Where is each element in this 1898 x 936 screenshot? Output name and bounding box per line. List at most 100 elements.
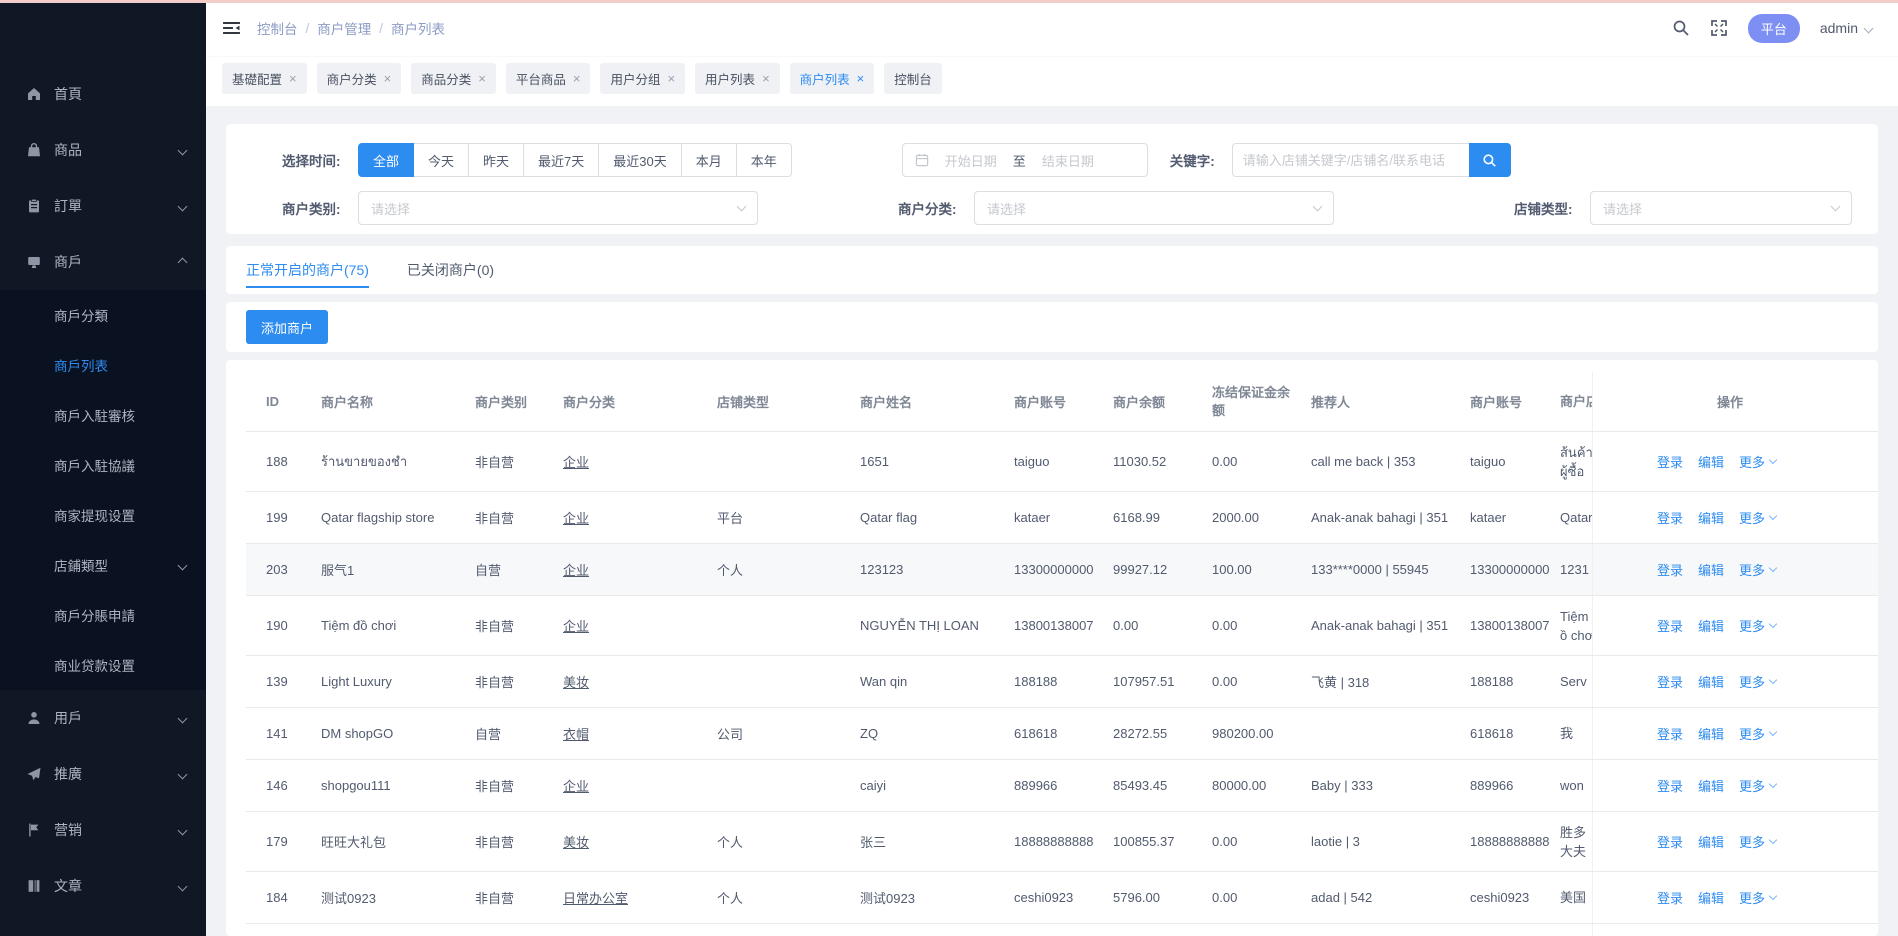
login-link[interactable]: 登录 — [1657, 560, 1683, 579]
chip-merchant-list[interactable]: 商户列表 × — [790, 63, 875, 94]
chip-label: 商品分类 — [421, 69, 471, 88]
more-link[interactable]: 更多 — [1739, 616, 1776, 635]
sidebar-item-merchant-entry-review[interactable]: 商戶入駐審核 — [0, 390, 206, 440]
chip-merchant-category[interactable]: 商户分类× — [317, 63, 402, 94]
sidebar-item-articles[interactable]: 文章 — [0, 858, 206, 914]
fullscreen-icon[interactable] — [1710, 19, 1728, 37]
keyword-search-button[interactable] — [1469, 143, 1511, 177]
collapse-menu-icon[interactable] — [222, 20, 241, 36]
sidebar-item-orders[interactable]: 訂單 — [0, 178, 206, 234]
date-range-picker[interactable]: 开始日期 至 结束日期 — [902, 143, 1148, 177]
time-today-button[interactable]: 今天 — [413, 143, 469, 177]
edit-link[interactable]: 编辑 — [1698, 452, 1724, 471]
login-link[interactable]: 登录 — [1657, 776, 1683, 795]
more-link[interactable]: 更多 — [1739, 508, 1776, 527]
login-link[interactable]: 登录 — [1657, 508, 1683, 527]
chip-label: 商户列表 — [800, 69, 850, 88]
sidebar-item-merchant[interactable]: 商戶 — [0, 234, 206, 290]
sidebar-item-home[interactable]: 首頁 — [0, 66, 206, 122]
tab-open-merchants[interactable]: 正常开启的商户(75) — [246, 246, 369, 294]
time-last7days-button[interactable]: 最近7天 — [523, 143, 599, 177]
close-icon[interactable]: × — [289, 72, 297, 85]
close-icon[interactable]: × — [762, 72, 770, 85]
keyword-input[interactable] — [1232, 143, 1469, 177]
sidebar-item-users[interactable]: 用戶 — [0, 690, 206, 746]
login-link[interactable]: 登录 — [1657, 616, 1683, 635]
more-link[interactable]: 更多 — [1739, 560, 1776, 579]
more-link[interactable]: 更多 — [1739, 452, 1776, 471]
row-actions: 登录编辑更多 — [1592, 596, 1878, 655]
time-last30days-button[interactable]: 最近30天 — [598, 143, 681, 177]
close-icon[interactable]: × — [667, 72, 675, 85]
more-link[interactable]: 更多 — [1739, 724, 1776, 743]
time-this-year-button[interactable]: 本年 — [736, 143, 792, 177]
sidebar-item-split-account-apply[interactable]: 商戶分賬申請 — [0, 590, 206, 640]
chip-user-groups[interactable]: 用户分组× — [600, 63, 685, 94]
sidebar-item-withdraw-settings[interactable]: 商家提现设置 — [0, 490, 206, 540]
login-link[interactable]: 登录 — [1657, 672, 1683, 691]
table-row: 184 测试0923 非自营 日常办公室 个人 测试0923 ceshi0923… — [246, 872, 1878, 924]
edit-link[interactable]: 编辑 — [1698, 724, 1724, 743]
cell-frozen: 0.00 — [1212, 453, 1311, 471]
edit-link[interactable]: 编辑 — [1698, 888, 1724, 907]
cell-referrer: adad | 542 — [1311, 890, 1470, 905]
add-merchant-button[interactable]: 添加商户 — [246, 310, 328, 344]
sidebar-item-shop-type[interactable]: 店鋪類型 — [0, 540, 206, 590]
merchant-class-select[interactable]: 请选择 — [974, 191, 1334, 225]
search-icon[interactable] — [1672, 19, 1690, 37]
user-menu[interactable]: admin — [1820, 20, 1872, 36]
chip-base-config[interactable]: 基礎配置× — [222, 63, 307, 94]
sidebar-item-business-loan-settings[interactable]: 商业贷款设置 — [0, 640, 206, 690]
login-link[interactable]: 登录 — [1657, 832, 1683, 851]
more-link[interactable]: 更多 — [1739, 776, 1776, 795]
time-yesterday-button[interactable]: 昨天 — [468, 143, 524, 177]
cell-referrer: Anak-anak bahagi | 351 — [1311, 618, 1470, 633]
login-link[interactable]: 登录 — [1657, 452, 1683, 471]
cell-type: 非自营 — [475, 508, 563, 527]
chip-platform-goods[interactable]: 平台商品× — [506, 63, 591, 94]
cell-balance: 100855.37 — [1113, 834, 1212, 849]
shop-type-select[interactable]: 请选择 — [1590, 191, 1852, 225]
cell-type: 非自营 — [475, 672, 563, 691]
close-icon[interactable]: × — [857, 72, 865, 85]
close-icon[interactable]: × — [478, 72, 486, 85]
merchant-type-select[interactable]: 请选择 — [358, 191, 758, 225]
cell-id: 190 — [266, 618, 321, 633]
sidebar-item-marketing[interactable]: 营销 — [0, 802, 206, 858]
cell-account: taiguo — [1014, 454, 1113, 469]
time-this-month-button[interactable]: 本月 — [681, 143, 737, 177]
edit-link[interactable]: 编辑 — [1698, 616, 1724, 635]
chip-console[interactable]: 控制台 — [884, 63, 942, 94]
sidebar-item-merchant-entry-agreement[interactable]: 商戶入駐協議 — [0, 440, 206, 490]
breadcrumb-item[interactable]: 控制台 — [257, 18, 298, 38]
edit-link[interactable]: 编辑 — [1698, 776, 1724, 795]
login-link[interactable]: 登录 — [1657, 888, 1683, 907]
edit-link[interactable]: 编辑 — [1698, 508, 1724, 527]
breadcrumb-item[interactable]: 商户管理 — [317, 18, 371, 38]
cell-balance: 11030.52 — [1113, 454, 1212, 469]
edit-link[interactable]: 编辑 — [1698, 832, 1724, 851]
table-row: 139 Light Luxury 非自营 美妆 Wan qin 188188 1… — [246, 656, 1878, 708]
more-link[interactable]: 更多 — [1739, 672, 1776, 691]
cell-type: 非自营 — [475, 832, 563, 851]
more-link[interactable]: 更多 — [1739, 832, 1776, 851]
sidebar-item-merchant-list[interactable]: 商戶列表 — [0, 340, 206, 390]
cell-account: ceshi0923 — [1014, 890, 1113, 905]
sidebar-item-goods[interactable]: 商品 — [0, 122, 206, 178]
breadcrumb-item[interactable]: 商户列表 — [391, 18, 445, 38]
close-icon[interactable]: × — [573, 72, 581, 85]
table-row: 190 Tiệm đồ chơi 非自营 企业 NGUYỄN THỊ LOAN … — [246, 596, 1878, 656]
tab-closed-merchants[interactable]: 已关闭商户(0) — [407, 246, 494, 294]
time-all-button[interactable]: 全部 — [358, 143, 414, 177]
book-icon — [26, 878, 42, 894]
close-icon[interactable]: × — [384, 72, 392, 85]
sidebar-item-merchant-category[interactable]: 商戶分類 — [0, 290, 206, 340]
login-link[interactable]: 登录 — [1657, 724, 1683, 743]
chip-user-list[interactable]: 用户列表× — [695, 63, 780, 94]
sidebar-item-promotion[interactable]: 推廣 — [0, 746, 206, 802]
edit-link[interactable]: 编辑 — [1698, 560, 1724, 579]
edit-link[interactable]: 编辑 — [1698, 672, 1724, 691]
chip-goods-category[interactable]: 商品分类 × — [411, 63, 496, 94]
more-link[interactable]: 更多 — [1739, 888, 1776, 907]
home-icon — [26, 86, 42, 102]
